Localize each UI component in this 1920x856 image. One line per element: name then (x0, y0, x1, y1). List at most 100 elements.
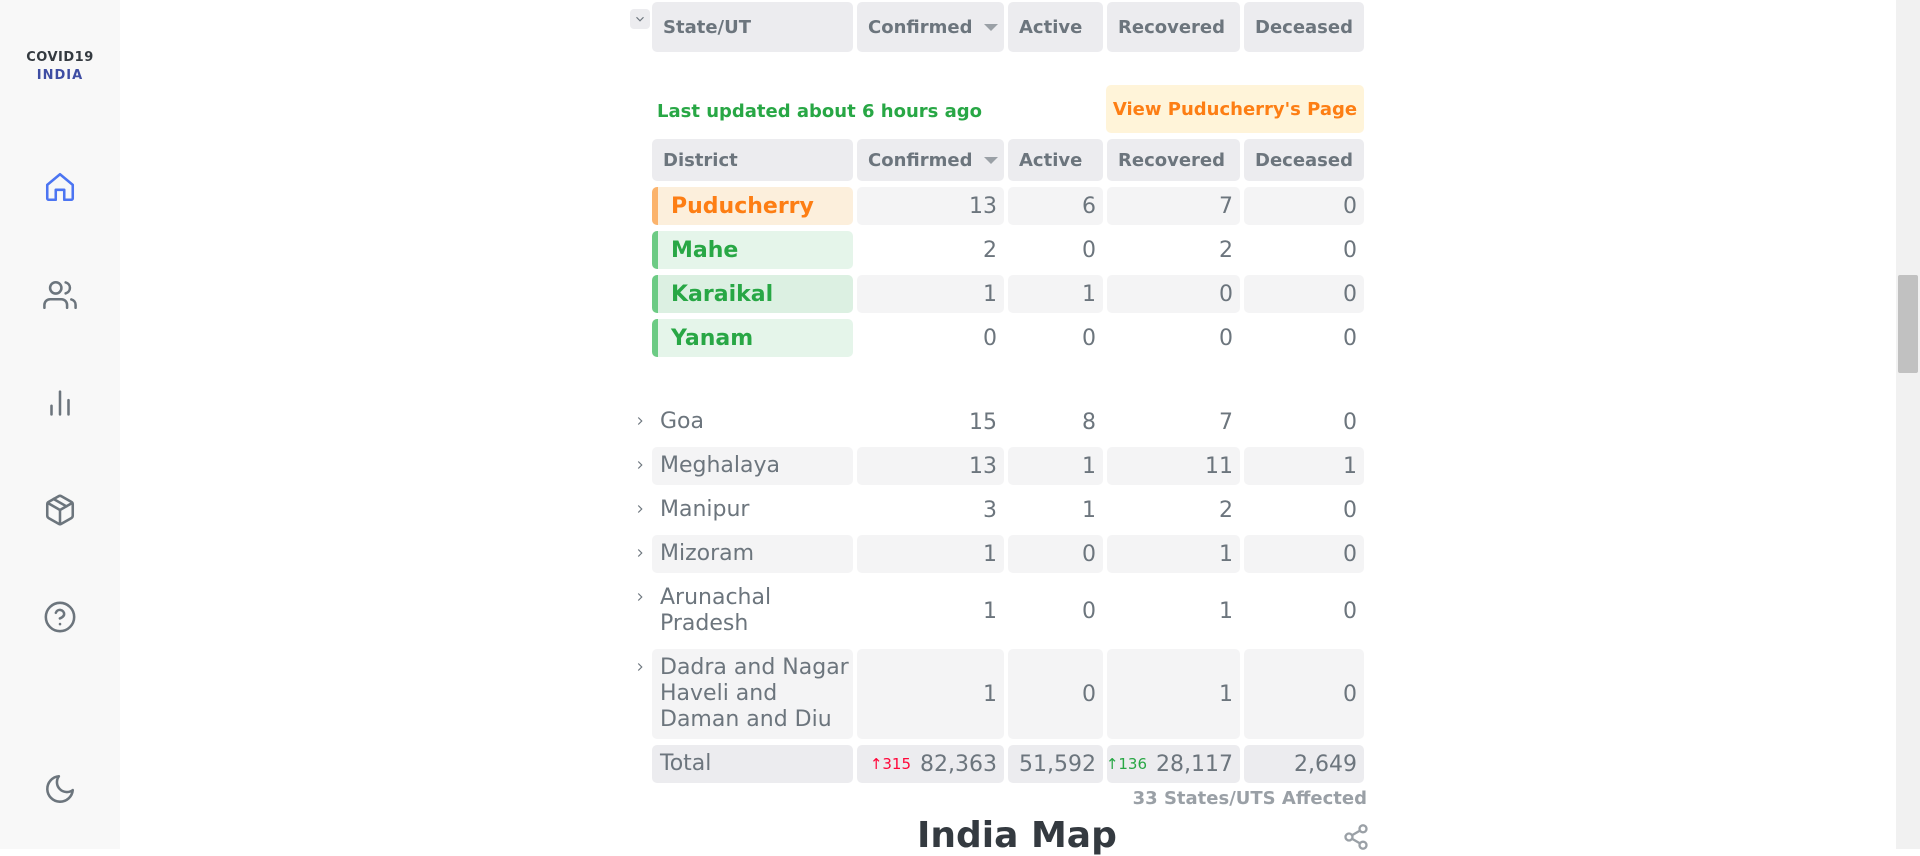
header-recovered[interactable]: Recovered (1107, 2, 1240, 52)
state-active: 0 (1008, 579, 1103, 643)
district-confirmed: 1 (857, 275, 1004, 313)
total-recovered: ↑136 28,117 (1105, 745, 1240, 783)
district-recovered: 7 (1107, 187, 1240, 225)
logo-line2: INDIA (36, 68, 84, 83)
header-district-recovered-label: Recovered (1118, 149, 1226, 171)
header-confirmed-label: Confirmed (868, 16, 973, 38)
last-updated-text: Last updated about 6 hours ago (657, 101, 983, 122)
expand-chevron-icon[interactable] (630, 455, 650, 475)
total-confirmed-value: 82,363 (920, 751, 997, 777)
map-title: India Map (917, 815, 1117, 856)
header-district-deceased-label: Deceased (1255, 149, 1353, 171)
users-icon[interactable] (40, 275, 80, 315)
state-confirmed: 15 (857, 403, 1004, 441)
district-recovered: 2 (1107, 231, 1240, 269)
header-district-active-label: Active (1019, 149, 1083, 171)
header-district-recovered[interactable]: Recovered (1107, 139, 1240, 181)
state-deceased: 0 (1244, 649, 1364, 739)
state-name[interactable]: Meghalaya (652, 447, 853, 485)
recovered-delta: ↑136 (1105, 755, 1148, 773)
header-state[interactable]: State/UT (652, 2, 853, 52)
state-confirmed: 13 (857, 447, 1004, 485)
package-icon[interactable] (40, 490, 80, 530)
total-confirmed: ↑315 82,363 (857, 745, 1004, 783)
share-icon[interactable] (1342, 823, 1370, 851)
district-deceased: 0 (1244, 319, 1364, 357)
header-recovered-label: Recovered (1118, 16, 1226, 38)
state-confirmed: 1 (857, 535, 1004, 573)
sidebar: COVID19 INDIA (0, 0, 120, 849)
header-district-deceased[interactable]: Deceased (1244, 139, 1364, 181)
total-label: Total (652, 745, 853, 783)
header-active[interactable]: Active (1008, 2, 1103, 52)
total-active: 51,592 (1008, 745, 1103, 783)
header-deceased[interactable]: Deceased (1244, 2, 1364, 52)
expand-chevron-icon[interactable] (630, 587, 650, 607)
district-name[interactable]: Mahe (652, 231, 853, 269)
state-recovered: 7 (1107, 403, 1240, 441)
sort-arrow-icon (984, 23, 999, 31)
header-confirmed[interactable]: Confirmed (857, 2, 1004, 52)
district-deceased: 0 (1244, 187, 1364, 225)
home-icon[interactable] (40, 167, 80, 207)
header-active-label: Active (1019, 16, 1083, 38)
state-deceased: 0 (1244, 535, 1364, 573)
moon-icon[interactable] (40, 769, 80, 809)
district-active: 0 (1008, 319, 1103, 357)
logo-line1: COVID19 (26, 50, 94, 65)
help-circle-icon[interactable] (40, 597, 80, 637)
state-name[interactable]: Mizoram (652, 535, 853, 573)
total-deceased: 2,649 (1244, 745, 1364, 783)
state-active: 0 (1008, 535, 1103, 573)
state-name[interactable]: Goa (652, 403, 853, 441)
bar-chart-icon[interactable] (40, 383, 80, 423)
header-district-confirmed-label: Confirmed (868, 149, 973, 171)
confirmed-delta: ↑315 (869, 755, 912, 773)
district-name[interactable]: Puducherry (652, 187, 853, 225)
state-recovered: 1 (1107, 649, 1240, 739)
state-deceased: 0 (1244, 579, 1364, 643)
state-name[interactable]: Dadra and Nagar Haveli and Daman and Diu (652, 649, 853, 739)
district-recovered: 0 (1107, 319, 1240, 357)
district-confirmed: 13 (857, 187, 1004, 225)
state-confirmed: 3 (857, 491, 1004, 529)
expand-chevron-icon[interactable] (630, 411, 650, 431)
district-deceased: 0 (1244, 231, 1364, 269)
state-active: 1 (1008, 491, 1103, 529)
state-active: 8 (1008, 403, 1103, 441)
scrollbar[interactable] (1896, 0, 1920, 849)
state-recovered: 1 (1107, 579, 1240, 643)
scrollbar-thumb[interactable] (1898, 275, 1918, 373)
state-deceased: 0 (1244, 491, 1364, 529)
expand-chevron-icon[interactable] (630, 543, 650, 563)
state-name[interactable]: Manipur (652, 491, 853, 529)
state-name[interactable]: Arunachal Pradesh (652, 579, 853, 643)
collapse-chevron-icon[interactable] (630, 9, 650, 29)
district-active: 1 (1008, 275, 1103, 313)
state-deceased: 0 (1244, 403, 1364, 441)
logo[interactable]: COVID19 INDIA (0, 49, 120, 85)
header-district-confirmed[interactable]: Confirmed (857, 139, 1004, 181)
sort-arrow-icon (984, 156, 999, 164)
state-recovered: 11 (1107, 447, 1240, 485)
header-deceased-label: Deceased (1255, 16, 1353, 38)
district-active: 0 (1008, 231, 1103, 269)
district-confirmed: 2 (857, 231, 1004, 269)
header-state-label: State/UT (663, 16, 751, 38)
expand-chevron-icon[interactable] (630, 657, 650, 677)
state-active: 1 (1008, 447, 1103, 485)
state-confirmed: 1 (857, 649, 1004, 739)
district-name[interactable]: Yanam (652, 319, 853, 357)
district-confirmed: 0 (857, 319, 1004, 357)
header-district[interactable]: District (652, 139, 853, 181)
state-confirmed: 1 (857, 579, 1004, 643)
district-recovered: 0 (1107, 275, 1240, 313)
state-recovered: 1 (1107, 535, 1240, 573)
header-district-active[interactable]: Active (1008, 139, 1103, 181)
district-active: 6 (1008, 187, 1103, 225)
expand-chevron-icon[interactable] (630, 499, 650, 519)
states-affected-text: 33 States/UTS Affected (1132, 788, 1367, 809)
state-recovered: 2 (1107, 491, 1240, 529)
district-name[interactable]: Karaikal (652, 275, 853, 313)
view-state-page-button[interactable]: View Puducherry's Page (1106, 85, 1364, 133)
